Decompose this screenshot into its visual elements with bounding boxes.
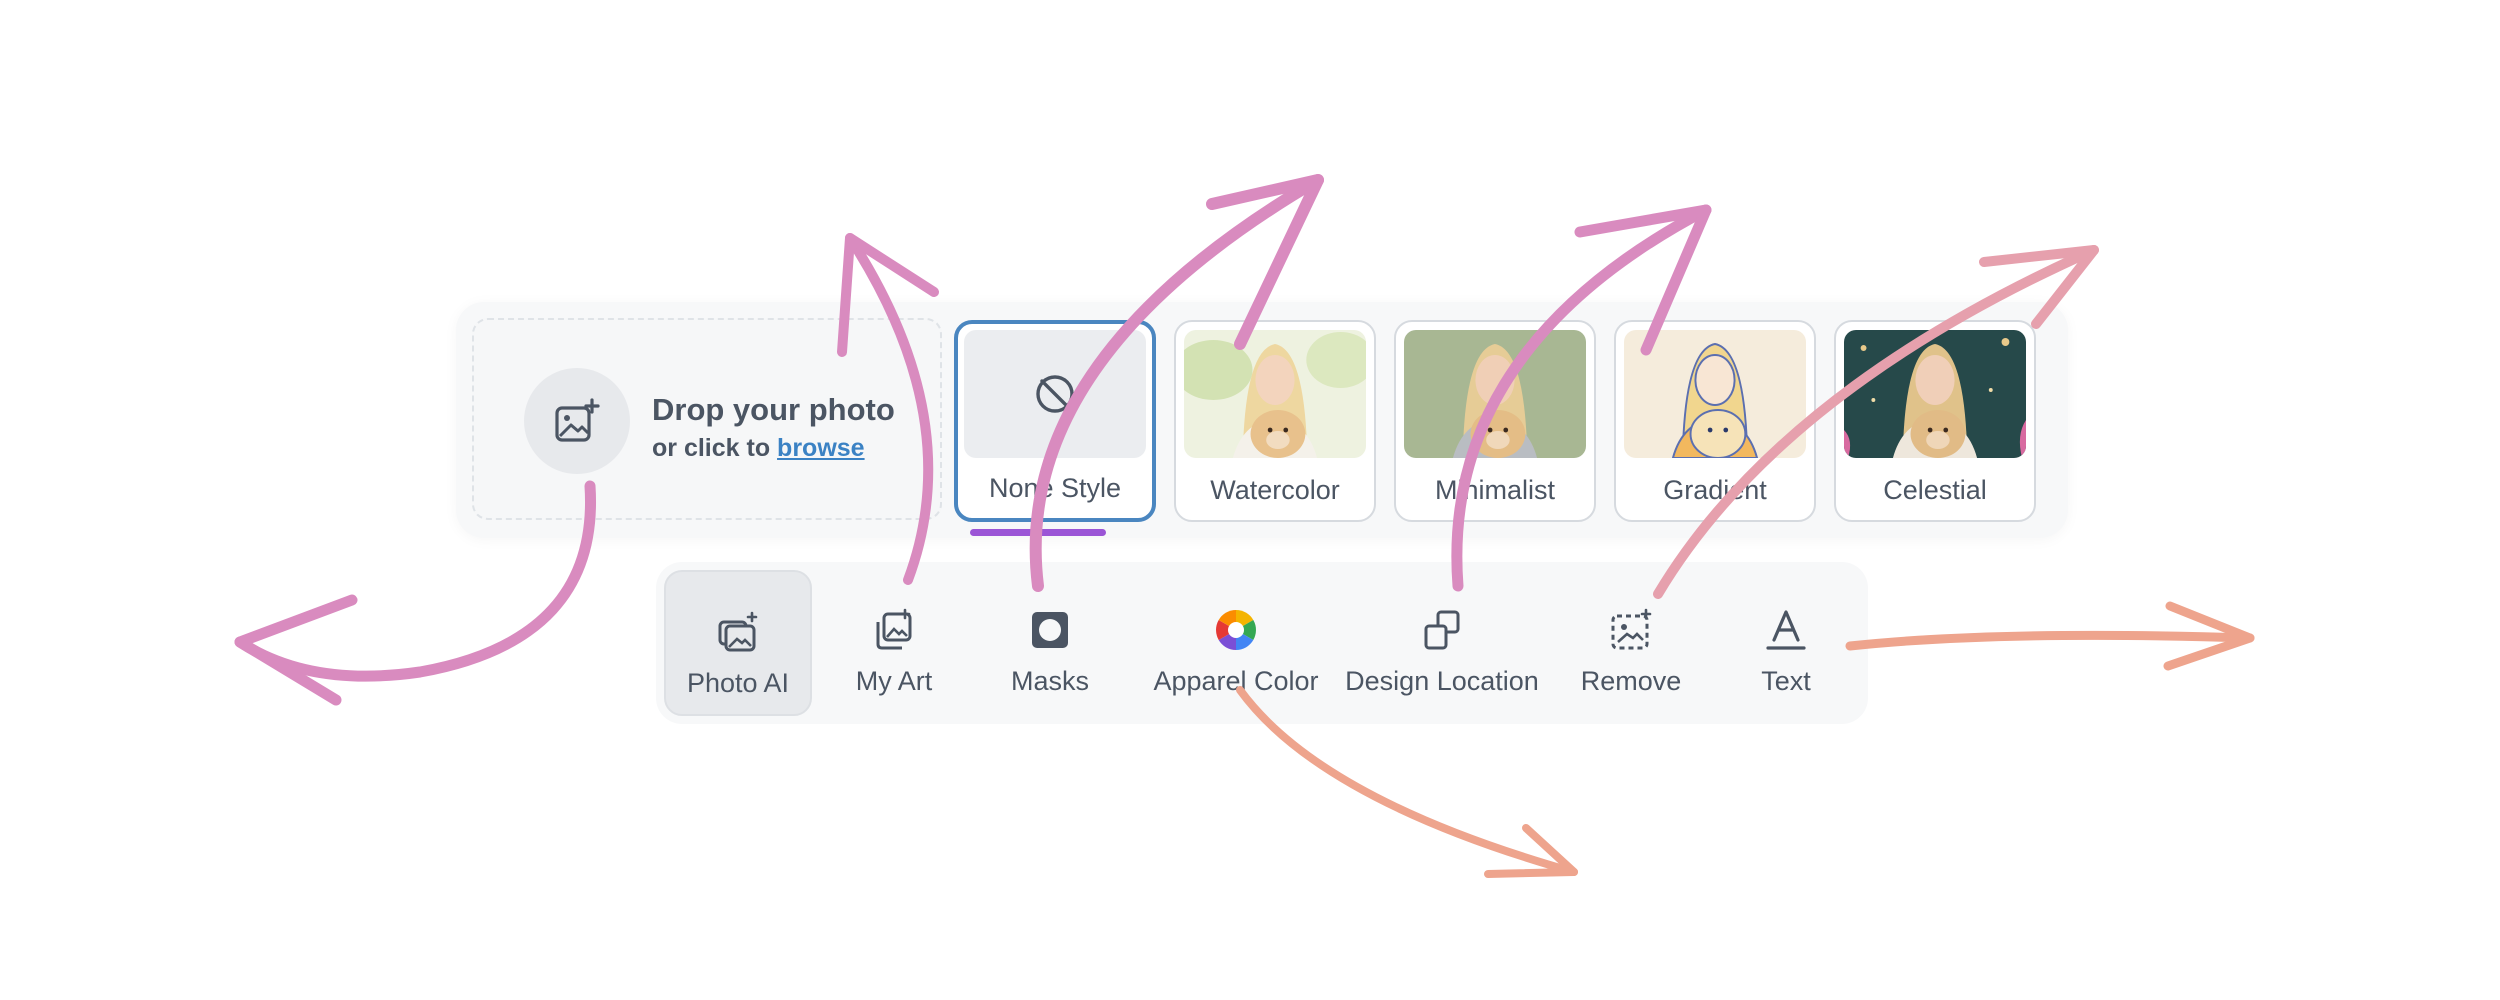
tool-my-art[interactable]: My Art bbox=[820, 570, 968, 716]
style-label-celestial: Celestial bbox=[1883, 475, 1987, 505]
dropzone-prefix: or click to bbox=[652, 434, 771, 462]
none-style-thumbnail bbox=[964, 330, 1146, 458]
minimalist-thumbnail bbox=[1404, 330, 1586, 458]
tool-bar: Photo AI My Art Masks Apparel Color Desi… bbox=[656, 562, 1868, 724]
tool-design-location[interactable]: Design Location bbox=[1342, 570, 1542, 716]
tool-text[interactable]: Text bbox=[1712, 570, 1860, 716]
tool-label-remove: Remove bbox=[1580, 666, 1682, 696]
style-label-none: None Style bbox=[988, 473, 1122, 503]
arrow-apparel-color-down-head bbox=[1484, 824, 1578, 878]
remove-background-icon bbox=[1611, 608, 1652, 650]
style-card-gradient[interactable]: Gradient bbox=[1614, 320, 1816, 522]
design-location-icon bbox=[1424, 610, 1460, 650]
style-label-minimalist: Minimalist bbox=[1434, 475, 1555, 505]
style-card-watercolor[interactable]: Watercolor bbox=[1174, 320, 1376, 522]
dropzone-title: Drop your photo bbox=[652, 392, 895, 427]
tool-remove[interactable]: Remove bbox=[1556, 570, 1706, 716]
add-photo-icon bbox=[555, 398, 600, 442]
tool-masks[interactable]: Masks bbox=[976, 570, 1124, 716]
style-panel: Drop your photo or click to browse None … bbox=[456, 302, 2068, 538]
tool-label-my-art: My Art bbox=[855, 666, 933, 696]
tool-label-photo-ai: Photo AI bbox=[686, 668, 790, 698]
photo-dropzone[interactable]: Drop your photo or click to browse bbox=[472, 318, 942, 520]
style-label-gradient: Gradient bbox=[1663, 475, 1767, 505]
style-card-none[interactable]: None Style bbox=[954, 320, 1156, 522]
tool-label-masks: Masks bbox=[1010, 666, 1089, 696]
arrow-text-right-head bbox=[2163, 601, 2255, 671]
tool-apparel-color[interactable]: Apparel Color bbox=[1136, 570, 1336, 716]
my-art-icon bbox=[876, 608, 912, 650]
dropzone-subtitle: or click to browse bbox=[652, 434, 865, 463]
color-wheel-icon bbox=[1216, 610, 1256, 650]
no-style-icon bbox=[1036, 375, 1074, 413]
style-card-minimalist[interactable]: Minimalist bbox=[1394, 320, 1596, 522]
arrow-dropzone-left-head bbox=[234, 594, 358, 706]
style-label-watercolor: Watercolor bbox=[1210, 475, 1340, 505]
add-photo-icon-circle bbox=[524, 368, 630, 474]
watercolor-thumbnail bbox=[1184, 330, 1366, 458]
tool-photo-ai[interactable]: Photo AI bbox=[664, 570, 812, 716]
selected-style-indicator bbox=[970, 529, 1106, 536]
mask-icon bbox=[1032, 612, 1068, 648]
photo-ai-icon bbox=[718, 611, 758, 652]
browse-link[interactable]: browse bbox=[777, 434, 865, 462]
arrow-text-right bbox=[1845, 630, 2255, 651]
tool-label-design-location: Design Location bbox=[1345, 666, 1539, 696]
text-icon bbox=[1766, 610, 1806, 650]
tool-label-text: Text bbox=[1761, 666, 1811, 696]
style-card-celestial[interactable]: Celestial bbox=[1834, 320, 2036, 522]
gradient-thumbnail bbox=[1624, 330, 1806, 458]
celestial-thumbnail bbox=[1844, 330, 2026, 458]
tool-label-apparel-color: Apparel Color bbox=[1153, 666, 1319, 696]
